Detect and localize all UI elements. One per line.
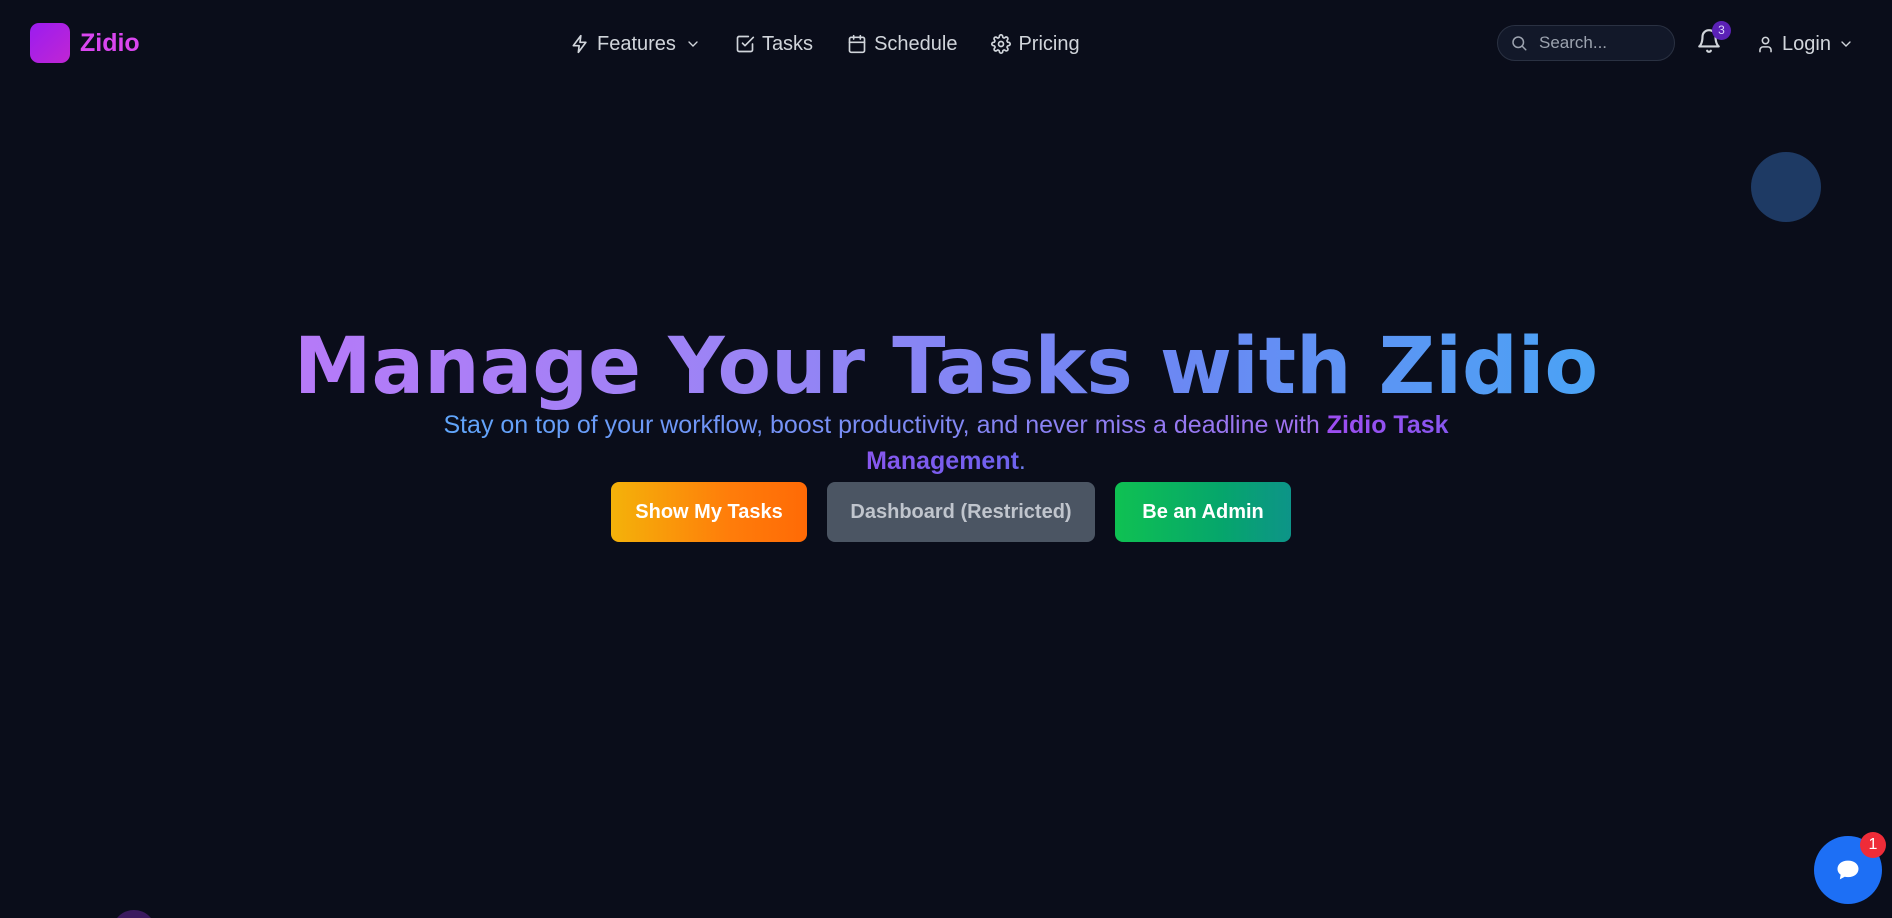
hero-title-text: Manage Your Tasks with Zidio <box>293 322 1599 413</box>
show-my-tasks-button[interactable]: Show My Tasks <box>611 482 807 542</box>
navbar: Zidio Features Tasks Schedule Pricing Se… <box>0 0 1892 88</box>
checkbox-icon <box>736 35 755 53</box>
hero-subtitle: Stay on top of your workflow, boost prod… <box>436 407 1456 479</box>
search-box <box>1497 25 1675 61</box>
cta-buttons: Show My Tasks Dashboard (Restricted) Be … <box>611 482 1291 542</box>
brand-logo-icon <box>30 23 70 63</box>
chat-bubble-icon <box>1837 860 1859 880</box>
nav-item-pricing[interactable]: Pricing <box>991 32 1080 56</box>
be-an-admin-button[interactable]: Be an Admin <box>1115 482 1291 542</box>
chat-unread-badge: 1 <box>1860 832 1886 858</box>
chevron-down-icon <box>688 41 698 47</box>
decorative-bubble <box>1751 152 1821 222</box>
hero-title: Manage Your Tasks with Zidio <box>0 322 1892 412</box>
main-nav: Features Tasks Schedule Pricing <box>570 26 1114 62</box>
gear-icon <box>991 34 1012 54</box>
nav-item-label: Pricing <box>1018 32 1080 55</box>
nav-item-tasks[interactable]: Tasks <box>735 33 813 56</box>
chevron-down-icon <box>1841 41 1851 47</box>
user-icon <box>1759 36 1772 52</box>
decorative-bubble <box>112 910 156 918</box>
hero-subtitle-period: . <box>1018 447 1026 475</box>
nav-item-features[interactable]: Features <box>570 33 701 56</box>
login-label: Login <box>1782 32 1831 55</box>
nav-item-schedule[interactable]: Schedule <box>847 33 957 56</box>
notifications-button[interactable]: 3 <box>1696 21 1731 58</box>
brand-name: Zidio <box>80 28 140 57</box>
hero-subtitle-text: Stay on top of your workflow, boost prod… <box>443 411 1327 439</box>
nav-item-label: Tasks <box>761 32 814 55</box>
login-menu-button[interactable]: Login <box>1756 28 1854 60</box>
search-input[interactable] <box>1537 32 1671 54</box>
nav-item-label: Schedule <box>874 32 958 55</box>
page: Zidio Features Tasks Schedule Pricing Se… <box>0 0 1892 918</box>
calendar-icon <box>848 34 866 54</box>
lightning-icon <box>572 34 587 54</box>
nav-item-label: Features <box>597 32 676 55</box>
search-icon <box>1512 36 1527 51</box>
notification-count-badge: 3 <box>1712 21 1731 40</box>
brand-home-link[interactable]: Zidio <box>30 22 140 64</box>
dashboard-button[interactable]: Dashboard (Restricted) <box>827 482 1095 542</box>
